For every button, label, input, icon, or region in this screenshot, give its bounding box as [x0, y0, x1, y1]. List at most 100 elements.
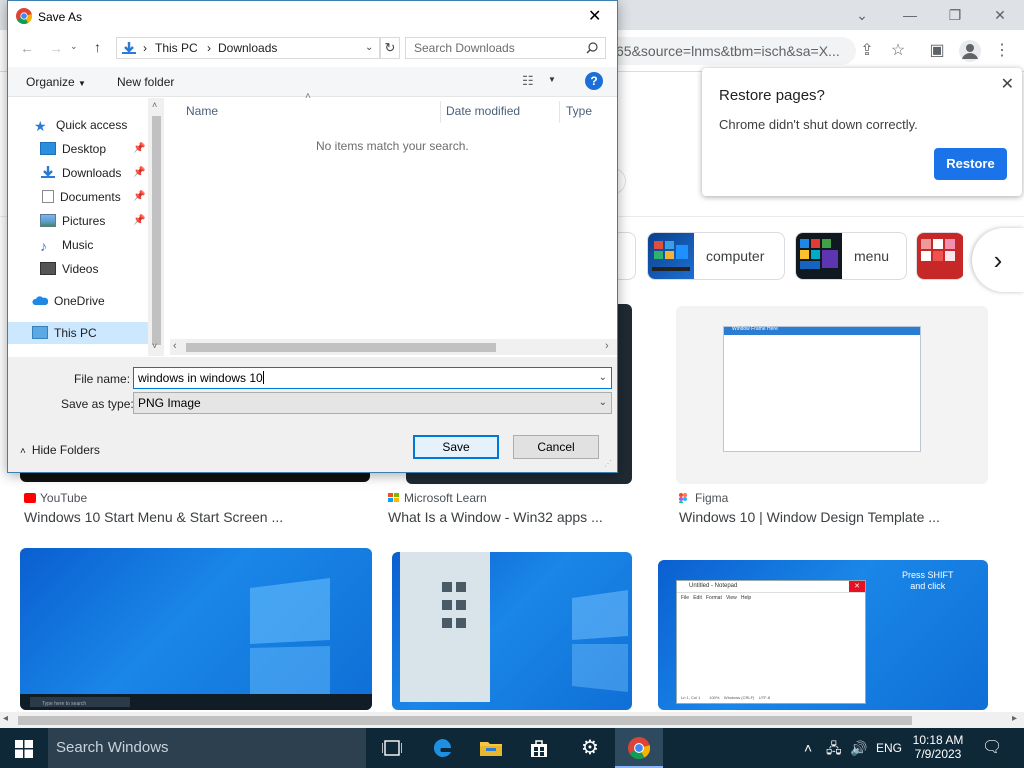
scroll-up-icon[interactable]: ˄	[152, 100, 157, 110]
youtube-icon	[24, 493, 36, 503]
nav-pictures[interactable]: Pictures	[40, 210, 105, 232]
chevron-right-icon: ›	[993, 245, 1003, 275]
file-explorer-icon[interactable]	[467, 728, 515, 768]
save-button[interactable]: Save	[413, 435, 499, 459]
scroll-right-icon[interactable]: ▸	[1012, 713, 1017, 724]
cancel-button[interactable]: Cancel	[513, 435, 599, 459]
nav-this-pc[interactable]: This PC	[8, 322, 148, 344]
organize-button[interactable]: Organize ▼	[26, 75, 86, 89]
nav-quick-access[interactable]: ★ Quick access	[34, 114, 127, 136]
column-name[interactable]: Name	[186, 101, 218, 125]
nav-music[interactable]: ♪ Music	[40, 234, 93, 256]
pin-icon[interactable]: 📌	[133, 215, 145, 226]
nav-desktop[interactable]: Desktop	[40, 138, 106, 160]
recent-chevron-icon[interactable]: ⌄	[70, 41, 78, 52]
breadcrumb-downloads[interactable]: Downloads	[218, 38, 277, 58]
search-icon	[586, 42, 598, 54]
forward-arrow-icon[interactable]: →	[49, 40, 63, 56]
files-scroll-thumb[interactable]	[186, 343, 496, 352]
result-source[interactable]: Microsoft Learn	[388, 491, 487, 505]
scroll-left-icon[interactable]: ‹	[173, 340, 177, 352]
nav-downloads[interactable]: Downloads	[40, 162, 121, 184]
scroll-left-icon[interactable]: ◂	[3, 713, 8, 724]
nav-documents[interactable]: Documents	[40, 186, 121, 208]
back-arrow-icon[interactable]: ←	[20, 40, 34, 56]
windows-start-icon[interactable]	[15, 740, 33, 758]
search-input[interactable]: Search Downloads	[405, 37, 606, 59]
caret-down-icon[interactable]: ▼	[548, 75, 556, 84]
chip-label: menu	[854, 248, 890, 264]
result-title[interactable]: What Is a Window - Win32 apps ...	[388, 509, 603, 525]
tiles-icon	[800, 239, 838, 269]
bookmark-star-icon[interactable]: ☆	[887, 40, 909, 62]
result-source[interactable]: YouTube	[24, 491, 87, 505]
chip-partial-right[interactable]	[916, 232, 964, 280]
nav-onedrive[interactable]: OneDrive	[32, 290, 105, 312]
edge-icon[interactable]	[419, 728, 467, 768]
share-icon[interactable]: ⇪	[856, 40, 878, 62]
notifications-icon[interactable]: 🗨	[982, 728, 1002, 768]
view-options-icon[interactable]: ☷	[522, 73, 534, 89]
result-image[interactable]: Untitled - Notepad ✕ File Edit Format Vi…	[658, 560, 988, 710]
profile-avatar[interactable]	[959, 40, 981, 62]
close-icon[interactable]: ✕	[588, 6, 601, 26]
window-thumbnail: Window Frame Here	[723, 326, 921, 452]
new-folder-button[interactable]: New folder	[117, 75, 174, 89]
result-image[interactable]: Window Frame Here	[676, 306, 988, 484]
close-window-icon[interactable]: ✕	[980, 4, 1020, 26]
task-view-icon[interactable]	[368, 728, 416, 768]
chevron-down-icon[interactable]: ⌄	[365, 38, 373, 58]
taskbar-search[interactable]: Search Windows	[48, 728, 366, 768]
restore-button[interactable]: Restore	[934, 148, 1007, 180]
pin-icon[interactable]: 📌	[133, 143, 145, 154]
breadcrumb-this-pc[interactable]: This PC	[155, 38, 198, 58]
chip-computer[interactable]: computer	[647, 232, 785, 280]
menu-kebab-icon[interactable]: ⋮	[991, 40, 1013, 62]
settings-gear-icon[interactable]: ⚙	[566, 728, 614, 768]
volume-icon[interactable]: 🔊	[850, 728, 867, 768]
result-image[interactable]	[392, 552, 632, 710]
minimize-icon[interactable]: —	[890, 4, 930, 26]
nav-videos[interactable]: Videos	[40, 258, 98, 280]
command-bar: Organize ▼ New folder ☷ ▼ ?	[8, 67, 617, 97]
file-name-input[interactable]: windows in windows 10 ⌄	[133, 367, 612, 389]
save-type-select[interactable]: PNG Image ⌄	[133, 392, 612, 414]
store-icon[interactable]	[515, 728, 563, 768]
breadcrumb-sep-icon: ›	[207, 41, 211, 55]
nav-scroll-thumb[interactable]	[152, 116, 161, 345]
chip-thumbnail	[796, 233, 842, 279]
refresh-icon[interactable]: ↻	[380, 37, 400, 59]
chevron-down-icon[interactable]: ⌄	[599, 368, 607, 388]
address-breadcrumb[interactable]: › This PC › Downloads ⌄	[116, 37, 380, 59]
tab-search-icon[interactable]: ⌄	[842, 4, 882, 26]
chrome-taskbar-icon[interactable]	[615, 728, 663, 768]
chevron-down-icon: ⌄	[598, 397, 607, 408]
resize-grip-icon[interactable]: ⋰	[604, 459, 612, 468]
result-source[interactable]: Figma	[679, 491, 728, 505]
network-icon[interactable]: 🖧	[826, 728, 842, 768]
scroll-right-icon[interactable]: ›	[605, 340, 609, 352]
close-icon[interactable]: ✕	[1001, 74, 1014, 94]
caret-down-icon: ▼	[78, 79, 86, 88]
column-type[interactable]: Type	[566, 101, 592, 125]
result-title[interactable]: Windows 10 Start Menu & Start Screen ...	[24, 509, 283, 525]
hide-folders-toggle[interactable]: ˄ Hide Folders	[20, 443, 100, 457]
up-arrow-icon[interactable]: ↑	[94, 39, 101, 55]
result-title[interactable]: Windows 10 | Window Design Template ...	[679, 509, 940, 525]
tray-expand-icon[interactable]: ˄	[804, 728, 812, 768]
chips-next-button[interactable]: ›	[972, 228, 1024, 292]
scroll-down-icon[interactable]: ˅	[152, 341, 157, 351]
side-panel-icon[interactable]: ▣	[926, 40, 948, 62]
clock[interactable]: 10:18 AM 7/9/2023	[912, 728, 964, 768]
chip-menu[interactable]: menu	[795, 232, 907, 280]
help-icon[interactable]: ?	[585, 72, 603, 90]
restore-window-icon[interactable]: ❐	[935, 4, 975, 26]
pin-icon[interactable]: 📌	[133, 191, 145, 202]
edge-glyph	[433, 738, 452, 757]
page-scroll-thumb[interactable]	[18, 716, 912, 725]
notepad-status: Ln 1, Col 1 100% Windows (CRLF) UTF-8	[681, 695, 771, 700]
column-date-modified[interactable]: Date modified	[446, 101, 520, 125]
pin-icon[interactable]: 📌	[133, 167, 145, 178]
result-image[interactable]: Type here to search	[20, 548, 372, 710]
language-indicator[interactable]: ENG	[876, 728, 902, 768]
